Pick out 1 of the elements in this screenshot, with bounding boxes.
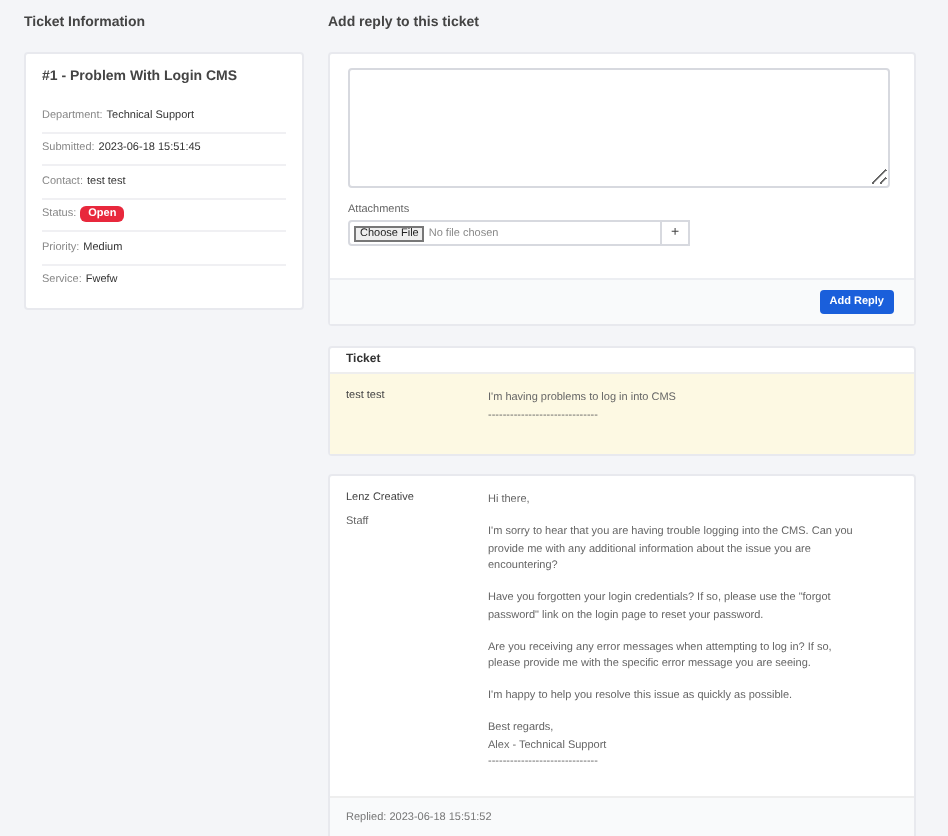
reply-textarea[interactable] <box>348 68 890 188</box>
